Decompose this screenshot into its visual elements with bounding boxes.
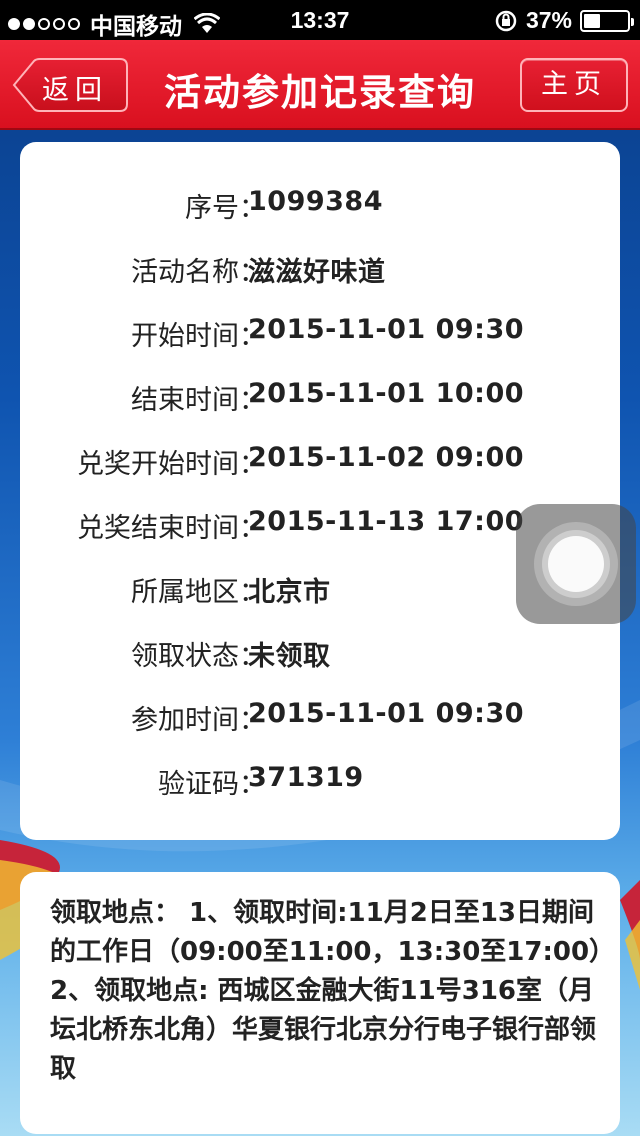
battery-percent: 37% <box>525 7 572 33</box>
record-label: 兑奖开始时间： <box>77 449 266 480</box>
record-value: 2015-11-01 09:30 <box>248 314 525 345</box>
record-row: 序号： 1099384 <box>20 186 620 226</box>
record-label: 活动名称： <box>131 257 266 288</box>
record-row: 领取状态： 未领取 <box>20 634 620 674</box>
record-label: 领取状态： <box>131 641 266 672</box>
record-row: 活动名称： 滋滋好味道 <box>20 250 620 290</box>
record-row: 结束时间： 2015-11-01 10:00 <box>20 378 620 418</box>
record-value: 2015-11-13 17:00 <box>248 506 525 537</box>
record-value: 371319 <box>248 762 364 793</box>
notes-line-1: 领取地点： 1、领取时间:11月2日至13日期间的工作日（09:00至11:00… <box>50 898 616 967</box>
record-row: 验证码： 371319 <box>20 762 620 802</box>
record-row: 兑奖开始时间： 2015-11-02 09:00 <box>20 442 620 482</box>
record-card: 序号： 1099384 活动名称： 滋滋好味道 开始时间： 2015-11-01 09:3… <box>20 142 620 840</box>
record-row: 开始时间： 2015-11-01 09:30 <box>20 314 620 354</box>
record-row: 参加时间： 2015-11-01 09:30 <box>20 698 620 738</box>
dianping-watermark: 大众点评 <box>392 1050 596 1105</box>
record-value: 滋滋好味道 <box>248 257 386 288</box>
dianping-logo-icon <box>398 1058 432 1096</box>
record-label: 参加时间： <box>131 705 266 736</box>
record-value: 2015-11-02 09:00 <box>248 442 525 473</box>
battery-icon <box>580 9 634 32</box>
record-label: 开始时间： <box>131 321 266 352</box>
record-label: 兑奖结束时间： <box>77 513 266 544</box>
record-label: 结束时间： <box>131 385 266 416</box>
record-value: 北京市 <box>248 577 331 608</box>
home-button[interactable]: 主页 <box>520 58 628 112</box>
rotation-lock-icon <box>495 10 517 31</box>
status-right: 37% <box>494 7 634 34</box>
assistive-touch-button[interactable] <box>516 504 636 624</box>
watermark-text: 大众点评 <box>444 1059 597 1103</box>
record-value: 未领取 <box>248 641 331 672</box>
record-value: 2015-11-01 09:30 <box>248 698 525 729</box>
record-value: 2015-11-01 10:00 <box>248 378 525 409</box>
status-bar: 中国移动 13:37 37% <box>0 0 640 40</box>
record-value: 1099384 <box>248 186 384 217</box>
nav-bar: 返回 活动参加记录查询 主页 <box>0 40 640 130</box>
record-label: 所属地区： <box>131 577 266 608</box>
